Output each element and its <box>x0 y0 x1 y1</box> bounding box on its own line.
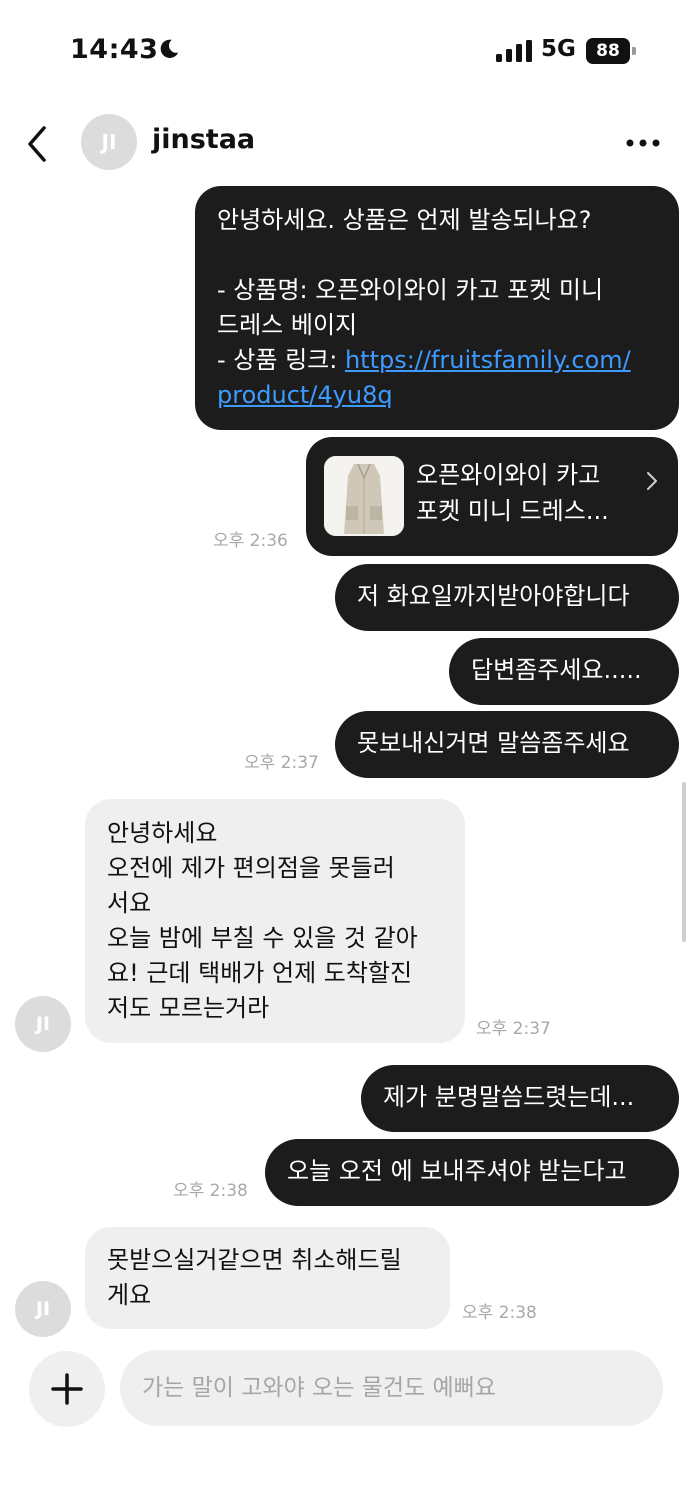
plus-icon <box>51 1373 83 1405</box>
chat-header: JI jinstaa <box>0 110 692 180</box>
outgoing-message[interactable]: 제가 분명말씀드렷는데... <box>361 1065 679 1132</box>
battery-icon: 88 <box>586 38 636 64</box>
product-title: 오픈와이와이 카고 포켓 미니 드레스... <box>416 461 609 525</box>
message-line: - 상품명: 오픈와이와이 카고 포켓 미니 <box>217 276 604 304</box>
battery-level: 88 <box>586 38 630 64</box>
status-time: 14:43 <box>70 34 159 65</box>
message-line: product/4yu8q <box>217 378 657 413</box>
header-username[interactable]: jinstaa <box>152 124 255 155</box>
outgoing-message[interactable]: 오늘 오전 에 보내주셔야 받는다고 <box>265 1139 679 1206</box>
link-label: - 상품 링크: <box>217 346 345 374</box>
add-attachment-button[interactable] <box>29 1351 105 1427</box>
timestamp: 오후 2:37 <box>244 753 319 773</box>
sender-avatar[interactable]: JI <box>15 996 71 1052</box>
timestamp: 오후 2:36 <box>213 531 288 551</box>
product-card[interactable]: 오픈와이와이 카고 포켓 미니 드레스... <box>306 437 678 556</box>
product-link[interactable]: https://fruitsfamily.com/ <box>345 346 631 374</box>
more-options-icon[interactable] <box>626 130 660 156</box>
timestamp: 오후 2:37 <box>476 1019 551 1039</box>
incoming-message[interactable]: 못받으실거같으면 취소해드릴 게요 <box>85 1227 450 1329</box>
product-thumbnail <box>324 456 404 536</box>
chevron-right-icon <box>647 472 657 490</box>
message-line: 드레스 베이지 <box>217 311 358 339</box>
status-bar: 14:43 5G 88 <box>0 0 692 100</box>
message-line: 안녕하세요. 상품은 언제 발송되나요? <box>217 206 592 234</box>
back-chevron-icon[interactable] <box>22 124 52 164</box>
signal-icon <box>496 40 532 62</box>
product-link-continued[interactable]: product/4yu8q <box>217 381 393 409</box>
timestamp: 오후 2:38 <box>462 1303 537 1323</box>
battery-nub <box>632 47 636 55</box>
moon-icon <box>160 39 179 58</box>
outgoing-message[interactable]: 못보내신거면 말씀좀주세요 <box>335 711 679 778</box>
incoming-message[interactable]: 안녕하세요 오전에 제가 편의점을 못들러 서요 오늘 밤에 부칠 수 있을 것… <box>85 799 465 1043</box>
header-avatar[interactable]: JI <box>81 114 137 170</box>
timestamp: 오후 2:38 <box>173 1181 248 1201</box>
network-type: 5G <box>541 36 576 62</box>
outgoing-message[interactable]: 답변좀주세요..... <box>449 638 679 705</box>
scrollbar[interactable] <box>682 782 686 942</box>
message-input[interactable] <box>120 1350 663 1426</box>
outgoing-message[interactable]: 안녕하세요. 상품은 언제 발송되나요? - 상품명: 오픈와이와이 카고 포켓… <box>195 186 679 430</box>
outgoing-message[interactable]: 저 화요일까지받아야합니다 <box>335 564 679 631</box>
dress-image <box>324 456 404 536</box>
message-line: - 상품 링크: https://fruitsfamily.com/ <box>217 343 657 378</box>
sender-avatar[interactable]: JI <box>15 1281 71 1337</box>
